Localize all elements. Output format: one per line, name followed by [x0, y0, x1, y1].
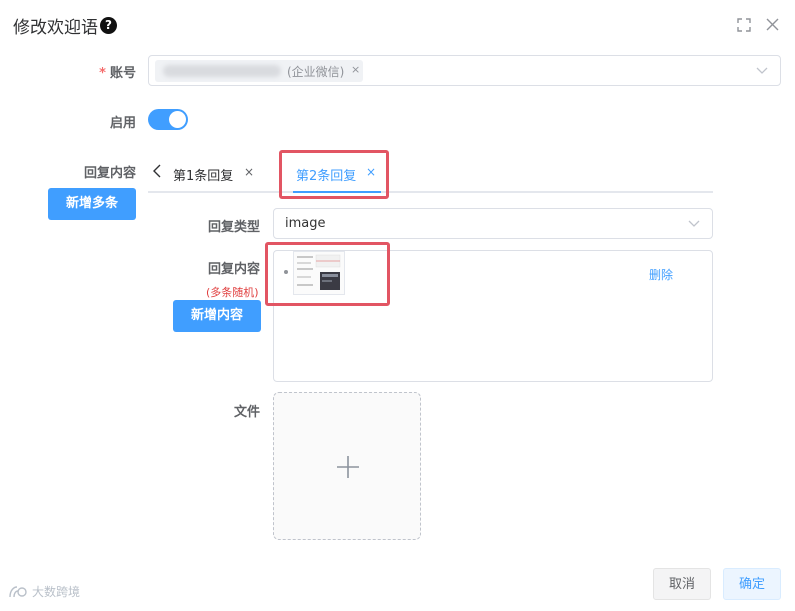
- account-select[interactable]: (企业微信) ×: [148, 55, 781, 86]
- add-multiple-button[interactable]: 新增多条: [48, 188, 136, 220]
- confirm-button[interactable]: 确定: [723, 568, 781, 600]
- highlight-box-image: [265, 242, 390, 306]
- dialog-title-text: 修改欢迎语: [13, 18, 98, 38]
- add-content-button[interactable]: 新增内容: [173, 300, 261, 332]
- inner-content-label: 回复内容: [207, 262, 260, 277]
- reply-type-value: image: [285, 216, 326, 231]
- close-icon[interactable]: [766, 18, 779, 31]
- random-hint: (多条随机): [206, 286, 259, 299]
- file-label: 文件: [233, 405, 260, 420]
- question-circle-icon[interactable]: ?: [100, 17, 117, 34]
- watermark-logo-icon: [9, 585, 27, 597]
- reply-tabs: 第1条回复 × 第2条回复 ×: [148, 157, 713, 193]
- account-name-redacted: [163, 65, 281, 77]
- enable-label: 启用: [109, 116, 136, 131]
- watermark-text: 大数跨境: [32, 585, 81, 599]
- reply-type-select[interactable]: image: [273, 208, 713, 239]
- highlight-box-tab: [279, 150, 389, 199]
- fullscreen-icon[interactable]: [737, 18, 751, 32]
- tab-close-icon[interactable]: ×: [244, 165, 254, 179]
- chevron-left-icon[interactable]: [152, 163, 162, 179]
- cancel-button[interactable]: 取消: [653, 568, 711, 600]
- required-mark: *: [99, 66, 106, 81]
- chevron-down-icon[interactable]: [756, 67, 768, 75]
- tag-close-icon[interactable]: ×: [351, 63, 360, 76]
- tab-reply-1[interactable]: 第1条回复: [173, 165, 233, 184]
- delete-link[interactable]: 删除: [649, 266, 673, 283]
- edit-welcome-dialog: 修改欢迎语 ? * 账号 (企业微信) × 启用 回复内容 新增多条 第1条回复 …: [0, 0, 795, 611]
- plus-icon: [337, 456, 359, 478]
- account-label: * 账号: [99, 66, 136, 81]
- watermark: 大数跨境: [8, 583, 80, 600]
- reply-content-label: 回复内容: [83, 166, 136, 181]
- enable-switch[interactable]: [148, 109, 188, 130]
- account-tag: (企业微信) ×: [155, 60, 363, 82]
- account-tag-suffix: (企业微信): [287, 65, 345, 79]
- chevron-down-icon[interactable]: [688, 220, 700, 228]
- file-upload[interactable]: [273, 392, 421, 540]
- switch-knob: [169, 111, 186, 128]
- dialog-title: 修改欢迎语 ?: [13, 13, 117, 38]
- reply-type-label: 回复类型: [207, 220, 260, 235]
